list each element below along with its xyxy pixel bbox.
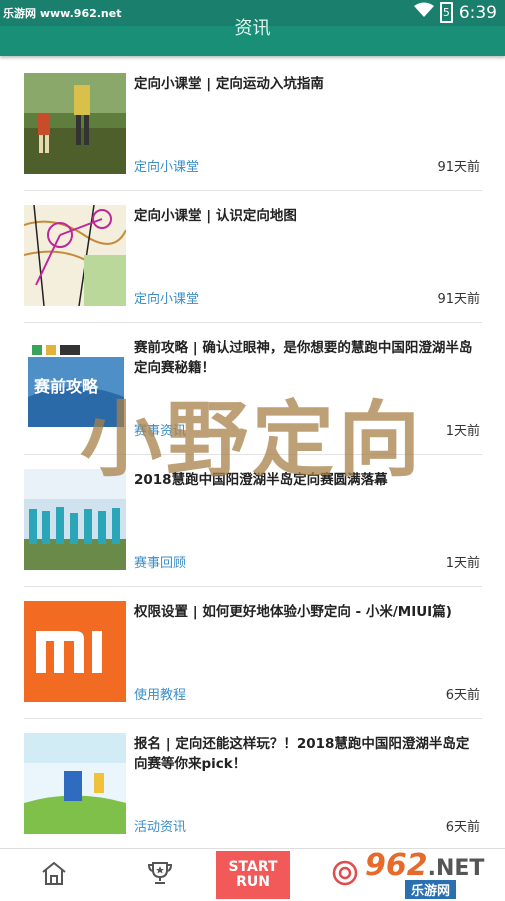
item-time: 91天前 bbox=[437, 160, 480, 175]
watermark-subtext: 乐游网 bbox=[405, 880, 457, 899]
tab-events[interactable] bbox=[130, 849, 190, 901]
item-time: 91天前 bbox=[437, 292, 480, 307]
list-item[interactable]: 赛前攻略 赛前攻略 | 确认过眼神，是你想要的慧跑中国阳澄湖半岛定向赛秘籍！ 赛… bbox=[24, 322, 482, 455]
item-time: 1天前 bbox=[445, 424, 480, 439]
thumbnail-race-banner: 赛前攻略 bbox=[24, 337, 126, 438]
thumbnail-event-crowd-photo bbox=[24, 469, 126, 570]
app-bar: 资讯 bbox=[0, 18, 505, 56]
item-time: 6天前 bbox=[445, 820, 480, 835]
item-title[interactable]: 定向小课堂 | 认识定向地图 bbox=[134, 206, 479, 226]
thumbnail-xiaomi-logo bbox=[24, 601, 126, 702]
list-item[interactable]: 定向小课堂 | 认识定向地图 定向小课堂 91天前 bbox=[24, 190, 482, 323]
home-icon bbox=[40, 860, 68, 890]
trophy-icon bbox=[146, 860, 174, 890]
watermark-logo: 962.NET bbox=[365, 848, 485, 883]
tab-home[interactable] bbox=[24, 849, 84, 901]
thumbnail-registration-poster bbox=[24, 733, 126, 834]
item-category[interactable]: 使用教程 bbox=[134, 684, 186, 703]
news-list[interactable]: 定向小课堂 | 定向运动入坑指南 定向小课堂 91天前 定向小课堂 | 认识定向… bbox=[0, 58, 505, 848]
item-title[interactable]: 报名 | 定向还能这样玩？！2018慧跑中国阳澄湖半岛定向赛等你来pick！ bbox=[134, 734, 479, 774]
list-item[interactable]: 2018慧跑中国阳澄湖半岛定向赛圆满落幕 赛事回顾 1天前 bbox=[24, 454, 482, 587]
start-label: START bbox=[228, 859, 278, 875]
start-run-button[interactable]: START RUN bbox=[216, 851, 290, 899]
item-category[interactable]: 定向小课堂 bbox=[134, 288, 199, 307]
run-label: RUN bbox=[236, 874, 270, 890]
item-category[interactable]: 定向小课堂 bbox=[134, 156, 199, 175]
list-item[interactable]: 权限设置 | 如何更好地体验小野定向 - 小米/MIUI篇) 使用教程 6天前 bbox=[24, 586, 482, 719]
item-category[interactable]: 赛事回顾 bbox=[134, 552, 186, 571]
list-item[interactable]: 报名 | 定向还能这样玩？！2018慧跑中国阳澄湖半岛定向赛等你来pick！ 活… bbox=[24, 718, 482, 848]
item-time: 6天前 bbox=[445, 688, 480, 703]
item-title[interactable]: 赛前攻略 | 确认过眼神，是你想要的慧跑中国阳澄湖半岛定向赛秘籍！ bbox=[134, 338, 479, 378]
thumbnail-orienteering-map bbox=[24, 205, 126, 306]
item-title[interactable]: 定向小课堂 | 定向运动入坑指南 bbox=[134, 74, 479, 94]
target-icon bbox=[331, 859, 359, 891]
thumbnail-banner-text: 赛前攻略 bbox=[34, 377, 99, 396]
item-time: 1天前 bbox=[445, 556, 480, 571]
item-title[interactable]: 权限设置 | 如何更好地体验小野定向 - 小米/MIUI篇) bbox=[134, 602, 479, 622]
list-item[interactable]: 定向小课堂 | 定向运动入坑指南 定向小课堂 91天前 bbox=[24, 58, 482, 191]
item-category[interactable]: 赛事资讯 bbox=[134, 420, 186, 439]
page-title: 资讯 bbox=[234, 18, 271, 39]
thumbnail-runners-photo bbox=[24, 73, 126, 174]
item-category[interactable]: 活动资讯 bbox=[134, 816, 186, 835]
item-title[interactable]: 2018慧跑中国阳澄湖半岛定向赛圆满落幕 bbox=[134, 470, 479, 490]
corner-watermark: 962.NET 乐游网 bbox=[365, 848, 500, 899]
